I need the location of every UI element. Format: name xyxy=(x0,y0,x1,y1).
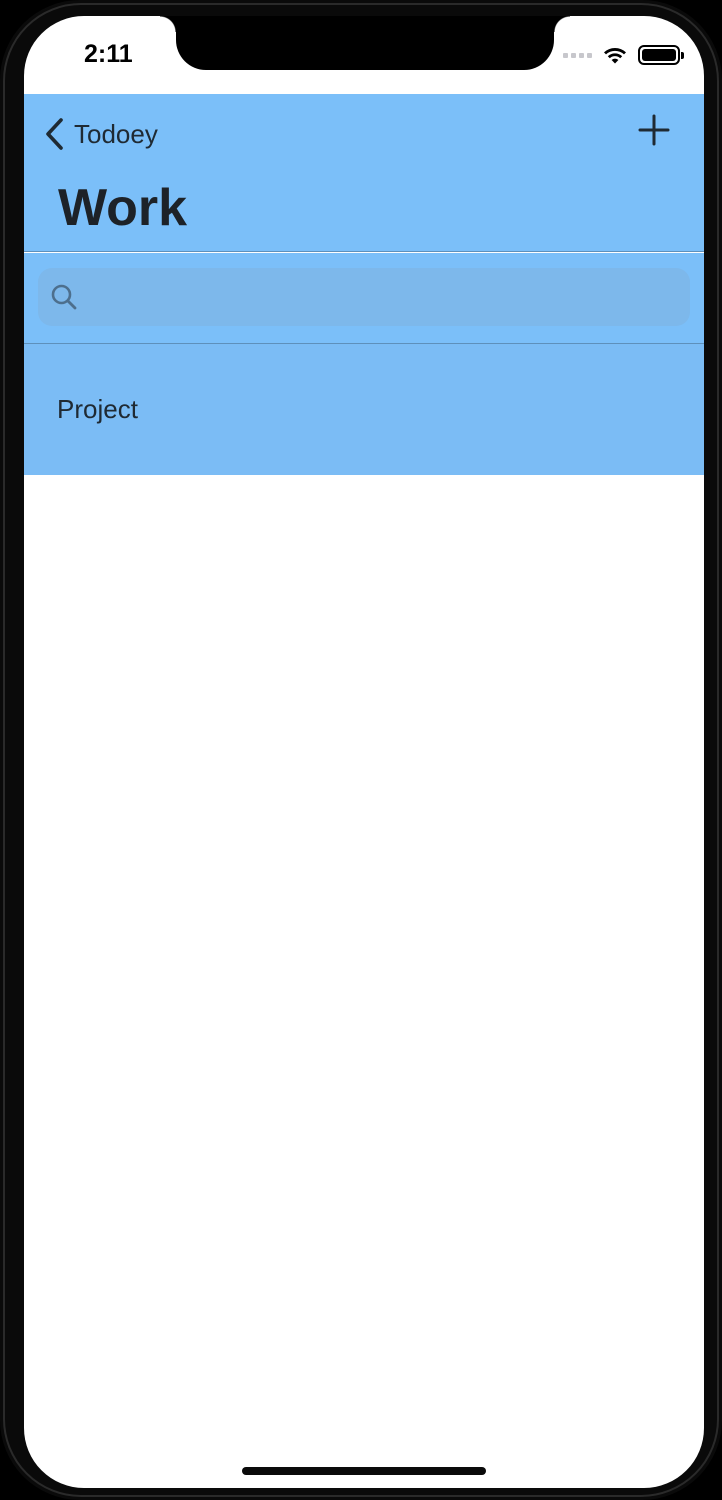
phone-frame: 2:11 Todoey Work Project xyxy=(0,0,722,1500)
chevron-left-icon xyxy=(46,118,63,150)
page-title: Work xyxy=(58,179,188,237)
add-item-button[interactable] xyxy=(638,114,670,146)
search-input[interactable] xyxy=(88,283,690,311)
battery-icon xyxy=(638,45,684,65)
status-icons xyxy=(563,44,684,66)
wifi-icon xyxy=(604,48,626,64)
home-indicator[interactable] xyxy=(242,1467,486,1475)
back-button-label: Todoey xyxy=(74,118,158,149)
status-time: 2:11 xyxy=(84,40,133,68)
search-icon xyxy=(51,284,77,310)
plus-icon xyxy=(638,114,670,146)
back-button[interactable]: Todoey xyxy=(44,116,158,152)
signal-icon xyxy=(563,52,592,58)
list-item[interactable]: Project xyxy=(24,344,704,475)
notch xyxy=(160,16,570,70)
search-bar xyxy=(24,253,704,344)
navigation-bar: Todoey Work xyxy=(24,94,704,252)
list-item-label: Project xyxy=(57,394,138,424)
screen: 2:11 Todoey Work Project xyxy=(24,16,704,1488)
search-field[interactable] xyxy=(38,268,690,326)
item-list: Project xyxy=(24,344,704,475)
